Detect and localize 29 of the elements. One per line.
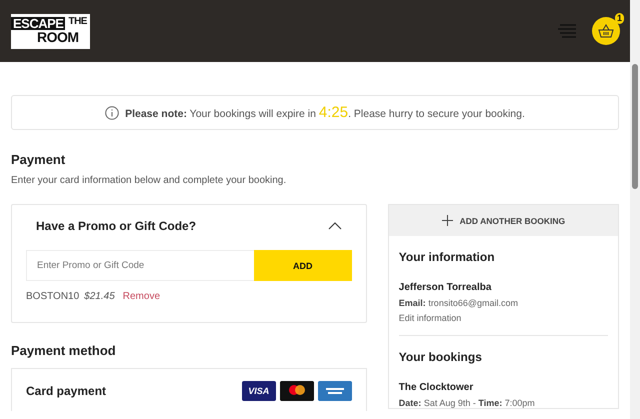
edit-information-link[interactable]: Edit information [398, 313, 608, 323]
booking-name: The Clocktower [398, 382, 474, 393]
add-booking-button[interactable]: ADD ANOTHER BOOKING [388, 205, 618, 236]
bookings-heading: Your bookings [398, 350, 483, 364]
section-title: Payment method [11, 343, 117, 358]
booking-date-time: Date: Sat Aug 9th - Time: 7:00pm [398, 398, 536, 408]
basket-icon [598, 24, 614, 38]
plus-icon [442, 215, 453, 226]
promo-code-field[interactable]: Enter Promo or Gift Code [26, 250, 254, 281]
info-icon [105, 106, 120, 120]
customer-name: Jefferson Torrealba [398, 282, 492, 293]
amex-logo-icon [318, 381, 352, 401]
section-subtitle: Enter your card information below and complete your booking. [11, 175, 288, 186]
discount-amount: $21.45 [84, 291, 115, 302]
cart-count: 1 [614, 13, 624, 24]
mastercard-logo-icon [280, 381, 314, 401]
notice-text: Please note: Your bookings will expire in 4:25. Please hurry to secure your booking. [125, 104, 525, 121]
add-button[interactable]: ADD [254, 250, 352, 281]
visa-logo: VISA [242, 381, 276, 401]
applied-code: BOSTON10 [26, 291, 80, 302]
info-heading: Your information [398, 250, 496, 264]
scrollbar[interactable] [630, 0, 640, 419]
chevron-up-icon[interactable] [328, 222, 342, 230]
logo[interactable]: ESCAPE THE ROOM [11, 14, 90, 48]
section-title: Payment [11, 152, 66, 167]
remove-link[interactable]: Remove [122, 291, 160, 302]
customer-email: Email: tronsito66@gmail.com [398, 298, 519, 308]
panel-title: Card payment [26, 384, 106, 398]
promo-title: Have a Promo or Gift Code? [36, 219, 196, 233]
